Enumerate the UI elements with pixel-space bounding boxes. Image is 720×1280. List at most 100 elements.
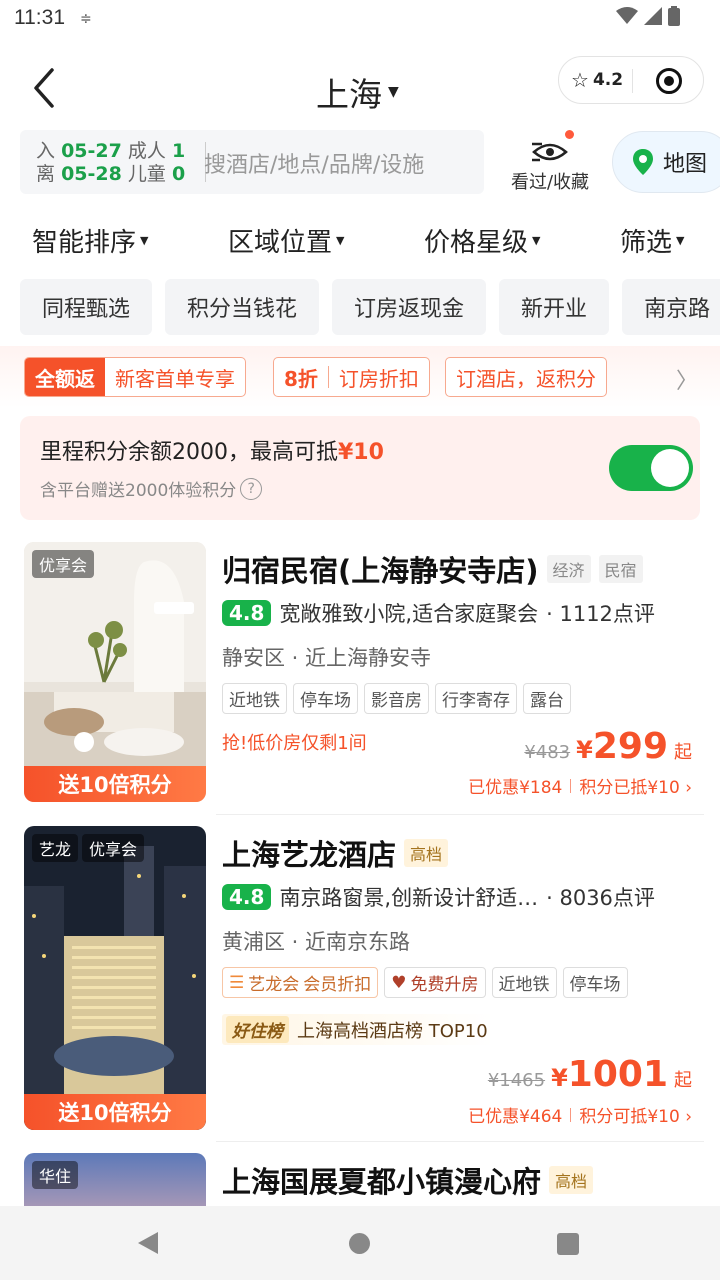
back-arrow-icon: [34, 68, 54, 108]
original-price: ¥483: [524, 742, 571, 763]
hotel-review-count: · 8036点评: [546, 886, 655, 910]
card-divider: [216, 1141, 704, 1142]
discount-amount: 已优惠¥464: [468, 1107, 563, 1127]
hotel-card[interactable]: 优享会 送10倍积分 归宿民宿(上海静安寺店) 经济 民宿 4.8 宽敞雅致小院…: [0, 542, 720, 812]
promo-row: 全额返 新客首单专享 8折 订房折扣 订酒店，返积分 〉: [0, 346, 720, 408]
close-miniapp-icon[interactable]: [656, 68, 682, 94]
hotel-night-photo-image: [24, 826, 206, 1130]
current-price: ¥299: [576, 726, 668, 767]
search-row: 入 05-27 成人 1 离 05-28 儿童 0 搜酒店/地点/品牌/设施 看…: [0, 128, 720, 196]
ranking-badge[interactable]: 好住榜 上海高档酒店榜 TOP10: [222, 1014, 494, 1045]
promo-discount[interactable]: 8折 订房折扣: [273, 357, 430, 397]
notification-dot: [565, 130, 574, 139]
hotel-review-line: 4.8 南京路窗景,创新设计舒适… · 8036点评: [222, 882, 655, 912]
search-box[interactable]: 入 05-27 成人 1 离 05-28 儿童 0 搜酒店/地点/品牌/设施: [20, 130, 484, 194]
original-price: ¥1465: [487, 1070, 546, 1091]
hotel-type: 民宿: [598, 555, 643, 583]
signal-icon: [644, 7, 662, 25]
hotel-review-highlight: 南京路窗景,创新设计舒适…: [279, 886, 539, 910]
checkout-date: 05-28: [61, 163, 122, 185]
search-input[interactable]: 搜酒店/地点/品牌/设施: [204, 147, 424, 179]
hotel-grade: 经济: [546, 555, 591, 583]
chip-cashback[interactable]: 订房返现金: [332, 279, 487, 335]
hotel-grade: 高档: [549, 1166, 594, 1194]
caret-down-icon: ▼: [676, 234, 685, 247]
hotel-tag: 停车场: [293, 683, 358, 714]
help-icon[interactable]: ?: [240, 477, 263, 500]
free-upgrade-label: 免费升房: [410, 975, 479, 995]
price-value: 299: [592, 726, 668, 767]
points-deduction[interactable]: 积分可抵¥10 ›: [579, 1102, 692, 1127]
miniapp-capsule[interactable]: ☆ 4.2: [558, 56, 704, 104]
chip-nanjing-road[interactable]: 南京路: [622, 279, 720, 335]
filter-sort[interactable]: 智能排序 ▼: [32, 222, 148, 259]
filter-more[interactable]: 筛选 ▼: [620, 222, 684, 259]
chevron-right-icon[interactable]: 〉: [676, 363, 698, 395]
filter-price-star[interactable]: 价格星级 ▼: [424, 222, 540, 259]
city-selector[interactable]: 上海 ▼: [316, 68, 399, 116]
hotel-card[interactable]: 华住 上海国展夏都小镇漫心府 高档: [0, 1153, 720, 1206]
map-button[interactable]: 地图: [612, 131, 720, 193]
hotel-photo[interactable]: 艺龙 优享会 送10倍积分: [24, 826, 206, 1130]
back-button[interactable]: [26, 66, 66, 110]
nav-recents-icon[interactable]: [557, 1233, 579, 1255]
price-value: 1001: [567, 1054, 668, 1095]
star-icon[interactable]: ☆: [571, 68, 589, 92]
chip-new-open[interactable]: 新开业: [499, 279, 610, 335]
promo-points[interactable]: 订酒店，返积分: [445, 357, 607, 397]
status-bar: 11:31 ≑: [0, 0, 720, 40]
hotel-score: 4.8: [222, 884, 272, 910]
city-name: 上海: [316, 75, 382, 114]
caret-down-icon: ▼: [140, 234, 149, 247]
chip-tongcheng-select[interactable]: 同程甄选: [20, 279, 153, 335]
checkin-date: 05-27: [61, 140, 122, 162]
discount-line: 已优惠¥184 积分已抵¥10 ›: [468, 773, 692, 798]
chip-points[interactable]: 积分当钱花: [165, 279, 320, 335]
promo-text: 订房折扣: [338, 366, 419, 391]
caret-down-icon: ▼: [388, 84, 399, 100]
ranking-text: 上海高档酒店榜 TOP10: [297, 1020, 488, 1042]
points-toggle[interactable]: [609, 445, 693, 491]
promo-badge-discount: 8折: [284, 366, 318, 391]
low-stock-notice: 抢!低价房仅剩1间: [222, 733, 367, 754]
mileage-amount: ¥10: [338, 440, 384, 465]
hotel-price: ¥1465 ¥1001 起: [488, 1054, 692, 1095]
notification-icon: ≑: [80, 11, 92, 27]
adults-count: 1: [171, 140, 186, 162]
hotel-grade: 高档: [404, 839, 449, 867]
eye-icon: [532, 142, 568, 162]
promo-new-customer[interactable]: 全额返 新客首单专享: [24, 357, 246, 397]
mileage-title-text: 里程积分余额2000，最高可抵: [40, 440, 338, 465]
mileage-points-banner: 里程积分余额2000，最高可抵¥10 含平台赠送2000体验积分 ?: [20, 416, 700, 520]
filter-location[interactable]: 区域位置 ▼: [228, 222, 344, 259]
hotel-photo[interactable]: 华住: [24, 1153, 206, 1206]
nav-back-icon[interactable]: [138, 1232, 158, 1254]
member-badge: 优享会: [32, 550, 95, 578]
miniapp-rating: 4.2: [592, 70, 624, 90]
points-deduction[interactable]: 积分已抵¥10 ›: [579, 773, 692, 798]
elong-member-tag: ☰ 艺龙会 会员折扣: [222, 967, 379, 998]
heart-icon: ♥: [391, 972, 407, 993]
hotel-price: ¥483 ¥299 起: [524, 726, 692, 767]
photo-badges: 艺龙 优享会: [32, 834, 145, 862]
promo-text: 订酒店，返积分: [456, 366, 596, 391]
points-banner: 送10倍积分: [24, 766, 206, 802]
elong-logo-icon: ☰: [229, 972, 245, 993]
nav-home-icon[interactable]: [349, 1233, 370, 1254]
currency-symbol: ¥: [551, 1064, 568, 1092]
date-guest-selector[interactable]: 入 05-27 成人 1 离 05-28 儿童 0: [36, 140, 185, 186]
hotel-name-text: 上海国展夏都小镇漫心府: [222, 1165, 542, 1199]
hotel-tag: 近地铁: [222, 683, 287, 714]
price-suffix: 起: [674, 742, 692, 763]
hotel-tag: 影音房: [364, 683, 429, 714]
price-suffix: 起: [674, 1070, 692, 1091]
system-nav-bar: [0, 1206, 720, 1280]
discount-divider: [570, 1107, 572, 1122]
favorites-button[interactable]: 看过/收藏: [505, 130, 595, 194]
hotel-tag: 近地铁: [491, 967, 557, 998]
hotel-card[interactable]: 艺龙 优享会 送10倍积分 上海艺龙酒店 高档 4.8 南京路窗景,创新设计舒适…: [0, 826, 720, 1136]
hotel-photo[interactable]: 优享会 送10倍积分: [24, 542, 206, 802]
promo-badge-full-refund: 全额返: [25, 358, 105, 396]
toggle-knob: [651, 449, 689, 487]
elong-member-discount: 会员折扣: [303, 975, 372, 995]
